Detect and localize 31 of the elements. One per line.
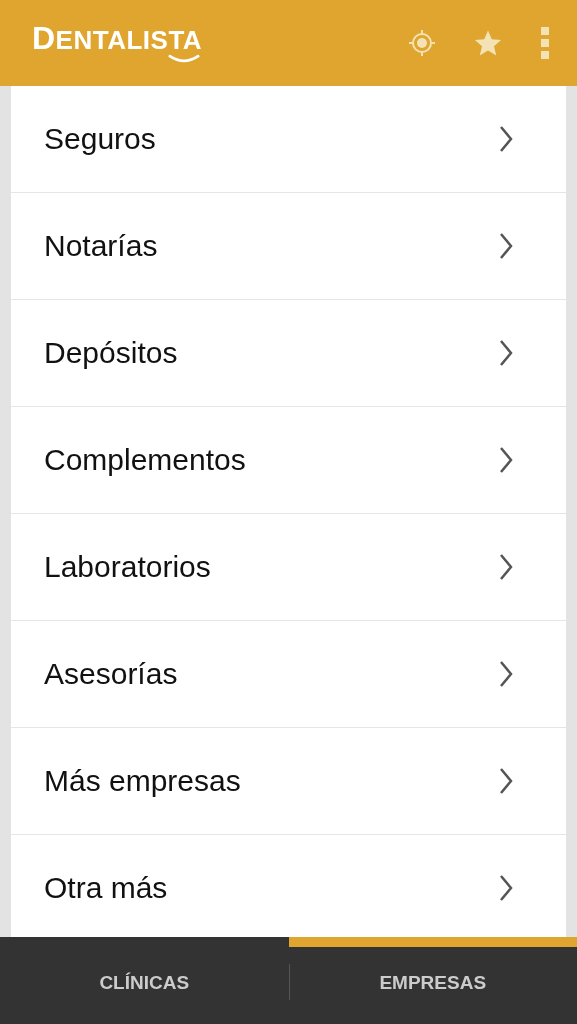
app-logo: DENTALISTA <box>32 22 203 54</box>
chevron-icon <box>498 874 514 902</box>
chevron-icon <box>498 232 514 260</box>
list-item[interactable]: Complementos <box>11 407 566 514</box>
chevron-icon <box>498 553 514 581</box>
smile-icon <box>168 54 201 64</box>
item-label: Seguros <box>44 122 156 156</box>
chevron-icon <box>498 446 514 474</box>
list-item[interactable]: Más empresas <box>11 728 566 835</box>
item-label: Laboratorios <box>44 550 211 584</box>
crosshair-icon <box>407 28 437 58</box>
tab[interactable]: EMPRESAS <box>288 937 577 1024</box>
menu-button[interactable] <box>539 25 551 61</box>
list-item[interactable]: Depósitos <box>11 300 566 407</box>
list-item[interactable]: Notarías <box>11 193 566 300</box>
location-button[interactable] <box>407 28 437 58</box>
item-label: Complementos <box>44 443 246 477</box>
chevron-icon <box>498 339 514 367</box>
list-item[interactable]: Laboratorios <box>11 514 566 621</box>
item-label: Asesorías <box>44 657 178 691</box>
item-label: Más empresas <box>44 764 241 798</box>
item-label: Otra más <box>44 871 168 905</box>
item-label: Depósitos <box>44 336 178 370</box>
list-item[interactable]: Asesorías <box>11 621 566 728</box>
item-label: Notarías <box>44 229 158 263</box>
chevron-icon <box>498 660 514 688</box>
list-item[interactable]: Seguros <box>11 86 566 193</box>
chevron-icon <box>498 767 514 795</box>
chevron-icon <box>498 125 514 153</box>
tab[interactable]: CLÍNICAS <box>0 937 289 1024</box>
overflow-menu-icon <box>539 25 551 61</box>
